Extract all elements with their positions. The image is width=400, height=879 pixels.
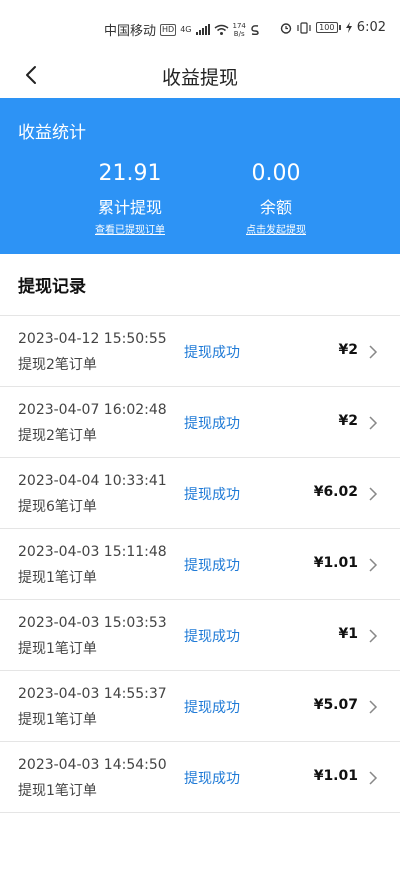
back-button[interactable] [14, 58, 48, 92]
status-right: 100 6:02 [280, 20, 386, 35]
signal-icon [195, 24, 210, 35]
list-item[interactable]: 2023-04-07 16:02:48 提现2笔订单 提现成功 ¥2 [0, 387, 400, 458]
balance-label: 余额 [259, 198, 292, 217]
record-status: 提现成功 [184, 487, 240, 503]
total-withdrawn-value: 21.91 [98, 161, 162, 186]
record-amount: ¥2 [338, 413, 358, 429]
hd-badge: HD [160, 23, 177, 36]
list-item[interactable]: 2023-04-03 15:11:48 提现1笔订单 提现成功 ¥1.01 [0, 529, 400, 600]
wifi-icon [214, 24, 228, 35]
record-datetime: 2023-04-03 14:54:50 [18, 757, 167, 773]
record-amount: ¥6.02 [313, 484, 358, 500]
record-description: 提现2笔订单 [18, 357, 97, 373]
total-withdrawn-stat: 21.91 累计提现 查看已提现订单 [60, 160, 200, 237]
record-description: 提现6笔订单 [18, 499, 97, 515]
chevron-left-icon [26, 66, 36, 84]
record-description: 提现1笔订单 [18, 783, 97, 799]
speed-unit: B/s [233, 29, 245, 38]
network-speed: 174 B/s [233, 22, 246, 38]
record-status: 提现成功 [184, 771, 240, 787]
page-title: 收益提现 [161, 66, 238, 89]
battery-icon: 100 [315, 22, 341, 33]
withdrawal-records-list: 2023-04-12 15:50:55 提现2笔订单 提现成功 ¥2 2023-… [0, 316, 400, 813]
record-amount: ¥1.01 [313, 768, 358, 784]
record-description: 提现2笔订单 [18, 428, 97, 444]
alarm-icon [280, 22, 291, 34]
list-item[interactable]: 2023-04-04 10:33:41 提现6笔订单 提现成功 ¥6.02 [0, 458, 400, 529]
chevron-right-icon [369, 416, 378, 430]
list-item[interactable]: 2023-04-12 15:50:55 提现2笔订单 提现成功 ¥2 [0, 316, 400, 387]
record-status: 提现成功 [184, 700, 240, 716]
chevron-right-icon [369, 487, 378, 501]
record-status: 提现成功 [184, 416, 240, 432]
start-withdrawal-link[interactable]: 点击发起提现 [246, 221, 306, 236]
charging-icon [345, 22, 352, 33]
records-section-title: 提现记录 [18, 277, 86, 297]
clock: 6:02 [356, 20, 386, 35]
record-datetime: 2023-04-03 15:11:48 [18, 544, 167, 560]
list-item[interactable]: 2023-04-03 14:54:50 提现1笔订单 提现成功 ¥1.01 [0, 742, 400, 813]
record-status: 提现成功 [184, 558, 240, 574]
network-label: 4G [180, 24, 192, 34]
record-datetime: 2023-04-04 10:33:41 [18, 473, 167, 489]
sync-icon [251, 24, 259, 35]
record-amount: ¥2 [338, 342, 358, 358]
records-section-header: 提现记录 [0, 254, 400, 316]
stats-title: 收益统计 [18, 123, 86, 143]
list-item[interactable]: 2023-04-03 15:03:53 提现1笔订单 提现成功 ¥1 [0, 600, 400, 671]
total-withdrawn-label: 累计提现 [97, 198, 162, 217]
record-datetime: 2023-04-07 16:02:48 [18, 402, 167, 418]
chevron-right-icon [369, 345, 378, 359]
record-description: 提现1笔订单 [18, 641, 97, 657]
battery-level: 100 [315, 22, 338, 33]
record-amount: ¥1.01 [313, 555, 358, 571]
status-bar: 中国移动 HD 4G 174 B/s 100 6:02 [0, 0, 400, 54]
record-status: 提现成功 [184, 345, 240, 361]
balance-stat: 0.00 余额 点击发起提现 [206, 160, 346, 237]
chevron-right-icon [369, 700, 378, 714]
status-left: 中国移动 HD 4G 174 B/s [104, 20, 260, 39]
app-header: 收益提现 [0, 54, 400, 98]
chevron-right-icon [369, 558, 378, 572]
vibrate-icon [297, 21, 311, 34]
list-item[interactable]: 2023-04-03 14:55:37 提现1笔订单 提现成功 ¥5.07 [0, 671, 400, 742]
chevron-right-icon [369, 771, 378, 785]
carrier-label: 中国移动 [104, 24, 157, 39]
earnings-stats-banner: 收益统计 21.91 累计提现 查看已提现订单 0.00 余额 点击发起提现 [0, 98, 400, 254]
record-amount: ¥1 [338, 626, 358, 642]
record-amount: ¥5.07 [313, 697, 358, 713]
speed-value: 174 [232, 21, 246, 30]
battery-tip [338, 25, 341, 30]
chevron-right-icon [369, 629, 378, 643]
record-status: 提现成功 [184, 629, 240, 645]
record-description: 提现1笔订单 [18, 712, 97, 728]
balance-value: 0.00 [251, 161, 301, 186]
record-description: 提现1笔订单 [18, 570, 97, 586]
view-withdrawn-orders-link[interactable]: 查看已提现订单 [95, 221, 165, 236]
record-datetime: 2023-04-12 15:50:55 [18, 331, 167, 347]
record-datetime: 2023-04-03 14:55:37 [18, 686, 167, 702]
record-datetime: 2023-04-03 15:03:53 [18, 615, 167, 631]
